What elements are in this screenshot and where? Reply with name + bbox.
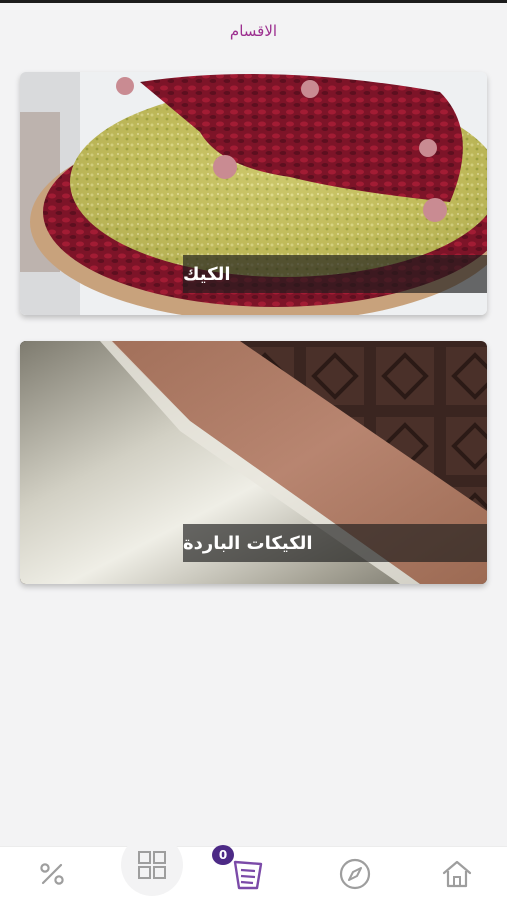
nav-categories[interactable] — [121, 834, 183, 896]
home-icon — [442, 860, 472, 887]
cart-icon — [233, 860, 263, 889]
percent-icon — [40, 862, 64, 885]
page-title: الاقسام — [229, 21, 278, 40]
nav-explore[interactable] — [325, 847, 385, 900]
compass-icon — [339, 858, 371, 889]
grid-icon — [138, 851, 166, 879]
category-label: الكيك — [183, 255, 487, 293]
nav-home[interactable] — [427, 847, 487, 900]
nav-offers[interactable] — [22, 847, 82, 900]
cart-count-badge: 0 — [212, 845, 234, 865]
category-card-cold-cakes[interactable]: الكيكات الباردة — [20, 341, 487, 584]
app-header: الاقسام — [0, 3, 507, 58]
category-title: الكيك — [183, 263, 231, 285]
category-label: الكيكات الباردة — [183, 524, 487, 562]
bottom-navigation — [0, 846, 507, 900]
category-card-cake[interactable]: الكيك — [20, 72, 487, 315]
category-title: الكيكات الباردة — [183, 532, 313, 554]
